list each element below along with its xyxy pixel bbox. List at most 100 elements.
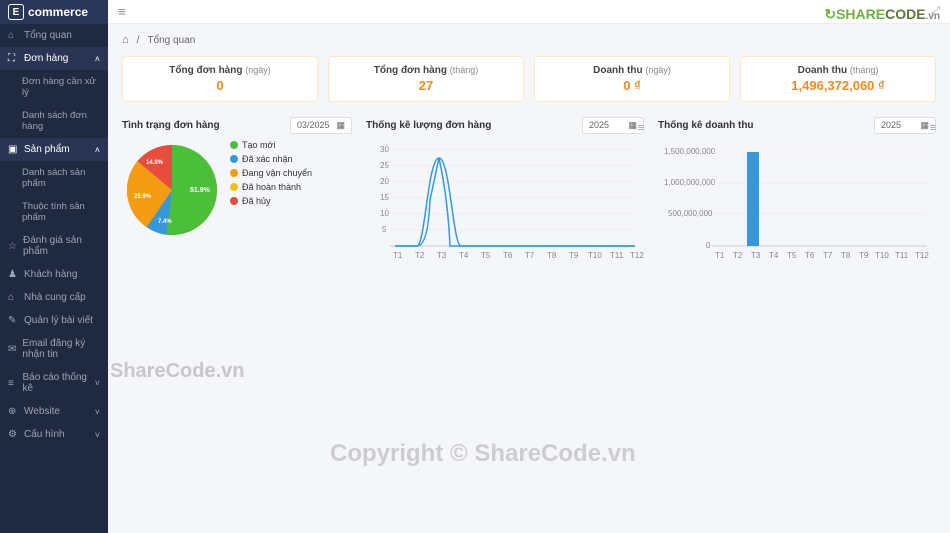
- chart-row: Tình trạng đơn hàng 03/2025▦: [122, 116, 936, 270]
- breadcrumb-sep: /: [137, 35, 140, 46]
- sidebar-item-overview[interactable]: ⌂ Tổng quan: [0, 24, 108, 47]
- fullscreen-icon[interactable]: ⤢: [931, 5, 940, 18]
- svg-text:T8: T8: [841, 251, 851, 260]
- svg-text:T9: T9: [569, 251, 579, 260]
- chevron-down-icon: ˅: [95, 378, 100, 388]
- sidebar-item-orders[interactable]: ⛶ Đơn hàng ˄: [0, 47, 108, 70]
- svg-text:T6: T6: [503, 251, 513, 260]
- svg-text:T4: T4: [769, 251, 779, 260]
- svg-text:T12: T12: [630, 251, 644, 260]
- users-icon: ♟: [8, 269, 18, 280]
- star-icon: ☆: [8, 241, 17, 252]
- logo-badge: E: [8, 4, 24, 20]
- svg-text:T4: T4: [459, 251, 469, 260]
- pie-title: Tình trạng đơn hàng: [122, 120, 220, 131]
- sidebar-item-products-attr[interactable]: Thuộc tính sản phẩm: [0, 195, 108, 229]
- svg-text:500,000,000: 500,000,000: [668, 209, 713, 218]
- calendar-icon: ▦: [336, 120, 345, 131]
- sidebar-item-label: Website: [24, 406, 60, 417]
- sidebar-item-products-list[interactable]: Danh sách sản phẩm: [0, 161, 108, 195]
- bar-chart: ≡ 1,500,000,000 1,000,000,000 500,000,00…: [658, 140, 936, 270]
- sidebar-item-label: Quản lý bài viết: [24, 315, 93, 326]
- svg-text:T2: T2: [733, 251, 743, 260]
- legend-item: Đã hủy: [230, 196, 312, 206]
- stat-label: Tổng đơn hàng (tháng): [335, 65, 517, 76]
- chevron-up-icon: ˄: [95, 145, 100, 155]
- sidebar-item-products[interactable]: ▣ Sản phẩm ˄: [0, 138, 108, 161]
- svg-text:0: 0: [706, 241, 711, 250]
- sidebar-item-label: Nhà cung cấp: [24, 292, 86, 303]
- svg-text:25: 25: [380, 161, 389, 170]
- stat-value: 0: [129, 78, 311, 93]
- sidebar-item-orders-list[interactable]: Danh sách đơn hàng: [0, 104, 108, 138]
- sidebar-item-reviews[interactable]: ☆ Đánh giá sản phẩm: [0, 229, 108, 263]
- gear-icon: ⚙: [8, 429, 18, 440]
- chevron-up-icon: ˄: [95, 54, 100, 64]
- legend-item: Đã hoàn thành: [230, 182, 312, 192]
- topbar: ≡ ⤢: [108, 0, 950, 24]
- svg-text:T8: T8: [547, 251, 557, 260]
- stat-card-revenue-month: Doanh thu (tháng) 1,496,372,060 ₫: [740, 56, 936, 102]
- stat-value: 1,496,372,060 ₫: [747, 78, 929, 93]
- svg-text:T6: T6: [805, 251, 815, 260]
- chart-icon: ≡: [8, 378, 17, 389]
- building-icon: ⌂: [8, 292, 18, 303]
- svg-text:1,000,000,000: 1,000,000,000: [664, 178, 716, 187]
- products-icon: ▣: [8, 144, 18, 155]
- breadcrumb-current: Tổng quan: [147, 35, 195, 46]
- chevron-down-icon: ˅: [95, 407, 100, 417]
- sidebar-item-suppliers[interactable]: ⌂ Nhà cung cấp: [0, 286, 108, 309]
- logo[interactable]: E commerce: [0, 0, 108, 24]
- svg-text:T12: T12: [915, 251, 929, 260]
- sidebar-item-label: Đơn hàng cần xử lý: [22, 76, 100, 98]
- dashboard-icon: ⌂: [8, 30, 18, 41]
- orders-icon: ⛶: [8, 53, 18, 64]
- sidebar: E commerce ⌂ Tổng quan ⛶ Đơn hàng ˄ Đơn …: [0, 0, 108, 533]
- svg-text:T5: T5: [787, 251, 797, 260]
- pie-chart: 51.9% 7.4% 25.9% 14.8%: [122, 140, 222, 240]
- sidebar-item-label: Cấu hình: [24, 429, 65, 440]
- pencil-icon: ✎: [8, 315, 18, 326]
- chart-menu-icon[interactable]: ≡: [930, 122, 936, 134]
- sidebar-item-emails[interactable]: ✉Email đăng ký nhận tin: [0, 332, 108, 366]
- stat-label: Doanh thu (ngày): [541, 65, 723, 76]
- svg-text:T2: T2: [415, 251, 425, 260]
- svg-text:5: 5: [382, 225, 387, 234]
- svg-text:10: 10: [380, 209, 389, 218]
- svg-text:1,500,000,000: 1,500,000,000: [664, 147, 716, 156]
- stat-label: Tổng đơn hàng (ngày): [129, 65, 311, 76]
- sidebar-item-label: Báo cáo thống kê: [23, 372, 89, 394]
- sidebar-item-website[interactable]: ⊕ Website ˅: [0, 400, 108, 423]
- svg-text:T10: T10: [875, 251, 889, 260]
- sidebar-item-label: Đánh giá sản phẩm: [23, 235, 100, 257]
- sidebar-item-orders-pending[interactable]: Đơn hàng cần xử lý: [0, 70, 108, 104]
- legend-item: Đã xác nhận: [230, 154, 312, 164]
- stat-card-orders-day: Tổng đơn hàng (ngày) 0: [122, 56, 318, 102]
- hamburger-icon[interactable]: ≡: [118, 4, 126, 19]
- svg-text:T1: T1: [393, 251, 403, 260]
- pie-legend: Tạo mới Đã xác nhận Đang vận chuyển Đã h…: [230, 140, 312, 206]
- line-chart: ≡ 30 25 20 15 10 5 T1T2T3T4: [366, 140, 644, 270]
- stat-card-orders-month: Tổng đơn hàng (tháng) 27: [328, 56, 524, 102]
- svg-text:T3: T3: [751, 251, 761, 260]
- sidebar-item-reports[interactable]: ≡ Báo cáo thống kê ˅: [0, 366, 108, 400]
- globe-icon: ⊕: [8, 406, 18, 417]
- bar-block: Thống kê doanh thu 2025▦ ≡ 1,500,000,000…: [658, 116, 936, 270]
- pie-block: Tình trạng đơn hàng 03/2025▦: [122, 116, 352, 270]
- sidebar-item-customers[interactable]: ♟Khách hàng: [0, 263, 108, 286]
- line-year-input[interactable]: 2025▦: [582, 117, 644, 134]
- sidebar-item-label: Email đăng ký nhận tin: [22, 338, 100, 360]
- calendar-icon: ▦: [628, 120, 637, 131]
- sidebar-item-label: Thuộc tính sản phẩm: [22, 201, 100, 223]
- bar-title: Thống kê doanh thu: [658, 120, 754, 131]
- sidebar-item-posts[interactable]: ✎ Quản lý bài viết: [0, 309, 108, 332]
- legend-dot: [230, 155, 238, 163]
- chart-menu-icon[interactable]: ≡: [638, 122, 644, 134]
- breadcrumb: ⌂ / Tổng quan: [122, 34, 936, 46]
- sidebar-item-label: Sản phẩm: [24, 144, 70, 155]
- bar-year-input[interactable]: 2025▦: [874, 117, 936, 134]
- home-icon[interactable]: ⌂: [122, 34, 129, 46]
- stat-row: Tổng đơn hàng (ngày) 0 Tổng đơn hàng (th…: [122, 56, 936, 102]
- sidebar-item-settings[interactable]: ⚙Cấu hình˅: [0, 423, 108, 446]
- pie-date-input[interactable]: 03/2025▦: [290, 117, 352, 134]
